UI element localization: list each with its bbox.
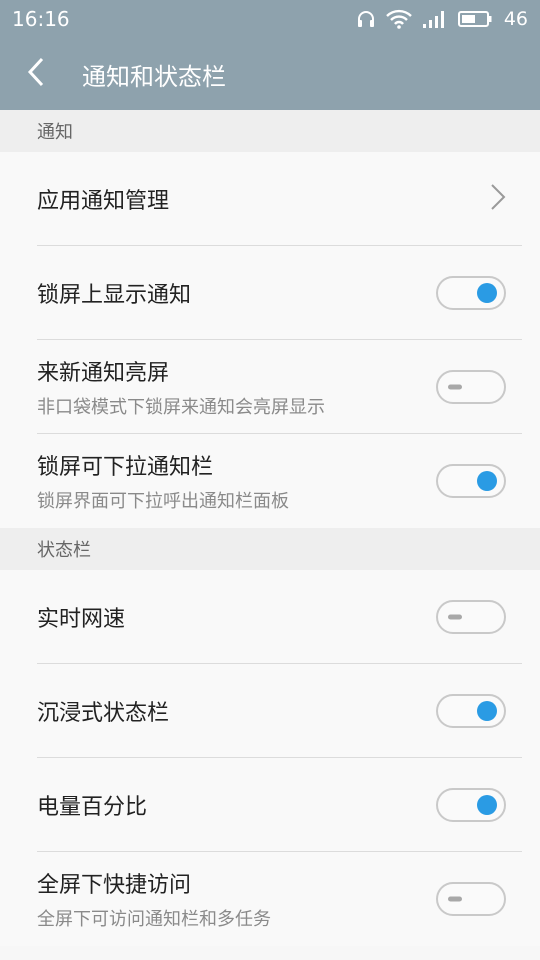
toggle-knob <box>477 795 497 815</box>
lockscreen-pulldown-toggle[interactable] <box>436 464 506 498</box>
wifi-icon <box>385 9 412 29</box>
fullscreen-quick-access-toggle[interactable] <box>436 882 506 916</box>
lockscreen-pulldown-row: 锁屏可下拉通知栏 锁屏界面可下拉呼出通知栏面板 <box>0 434 540 528</box>
lockscreen-show-notifications-row: 锁屏上显示通知 <box>0 246 540 340</box>
signal-icon <box>422 9 448 29</box>
row-label: 锁屏上显示通知 <box>37 283 192 308</box>
row-label: 沉浸式状态栏 <box>37 701 170 726</box>
row-sublabel: 锁屏界面可下拉呼出通知栏面板 <box>37 491 289 512</box>
immersive-statusbar-row: 沉浸式状态栏 <box>0 664 540 758</box>
battery-percentage-toggle[interactable] <box>436 788 506 822</box>
toggle-knob <box>477 283 497 303</box>
title-bar: 通知和状态栏 <box>0 38 540 110</box>
battery-percentage-row: 电量百分比 <box>0 758 540 852</box>
toggle-knob <box>477 471 497 491</box>
row-sublabel: 非口袋模式下锁屏来通知会亮屏显示 <box>37 397 325 418</box>
chevron-left-icon <box>26 56 46 92</box>
row-label: 电量百分比 <box>37 795 148 820</box>
headphones-icon <box>356 9 376 29</box>
row-label: 应用通知管理 <box>37 189 170 214</box>
toggle-knob <box>448 384 462 390</box>
section-header-statusbar: 状态栏 <box>0 528 540 570</box>
network-speed-toggle[interactable] <box>436 600 506 634</box>
page-title: 通知和状态栏 <box>82 62 226 91</box>
section-header-notifications: 通知 <box>0 110 540 152</box>
battery-level: 46 <box>503 8 528 30</box>
row-label: 全屏下快捷访问 <box>37 873 192 898</box>
toggle-knob <box>448 896 462 902</box>
status-icons: 46 <box>356 8 528 30</box>
status-bar: 16:16 46 <box>0 0 540 38</box>
lockscreen-notifications-toggle[interactable] <box>436 276 506 310</box>
status-time: 16:16 <box>12 7 70 31</box>
row-label: 锁屏可下拉通知栏 <box>37 455 214 480</box>
toggle-knob <box>448 614 462 620</box>
realtime-network-speed-row: 实时网速 <box>0 570 540 664</box>
wake-screen-toggle[interactable] <box>436 370 506 404</box>
app-notification-management-row[interactable]: 应用通知管理 <box>0 152 540 246</box>
new-notification-wake-row: 来新通知亮屏 非口袋模式下锁屏来通知会亮屏显示 <box>0 340 540 434</box>
fullscreen-quick-access-row: 全屏下快捷访问 全屏下可访问通知栏和多任务 <box>0 852 540 946</box>
toggle-knob <box>477 701 497 721</box>
chevron-right-icon <box>490 183 506 215</box>
row-label: 来新通知亮屏 <box>37 361 170 386</box>
immersive-statusbar-toggle[interactable] <box>436 694 506 728</box>
battery-icon <box>457 9 492 29</box>
back-button[interactable] <box>26 54 56 94</box>
row-sublabel: 全屏下可访问通知栏和多任务 <box>37 909 271 930</box>
row-label: 实时网速 <box>37 607 126 632</box>
